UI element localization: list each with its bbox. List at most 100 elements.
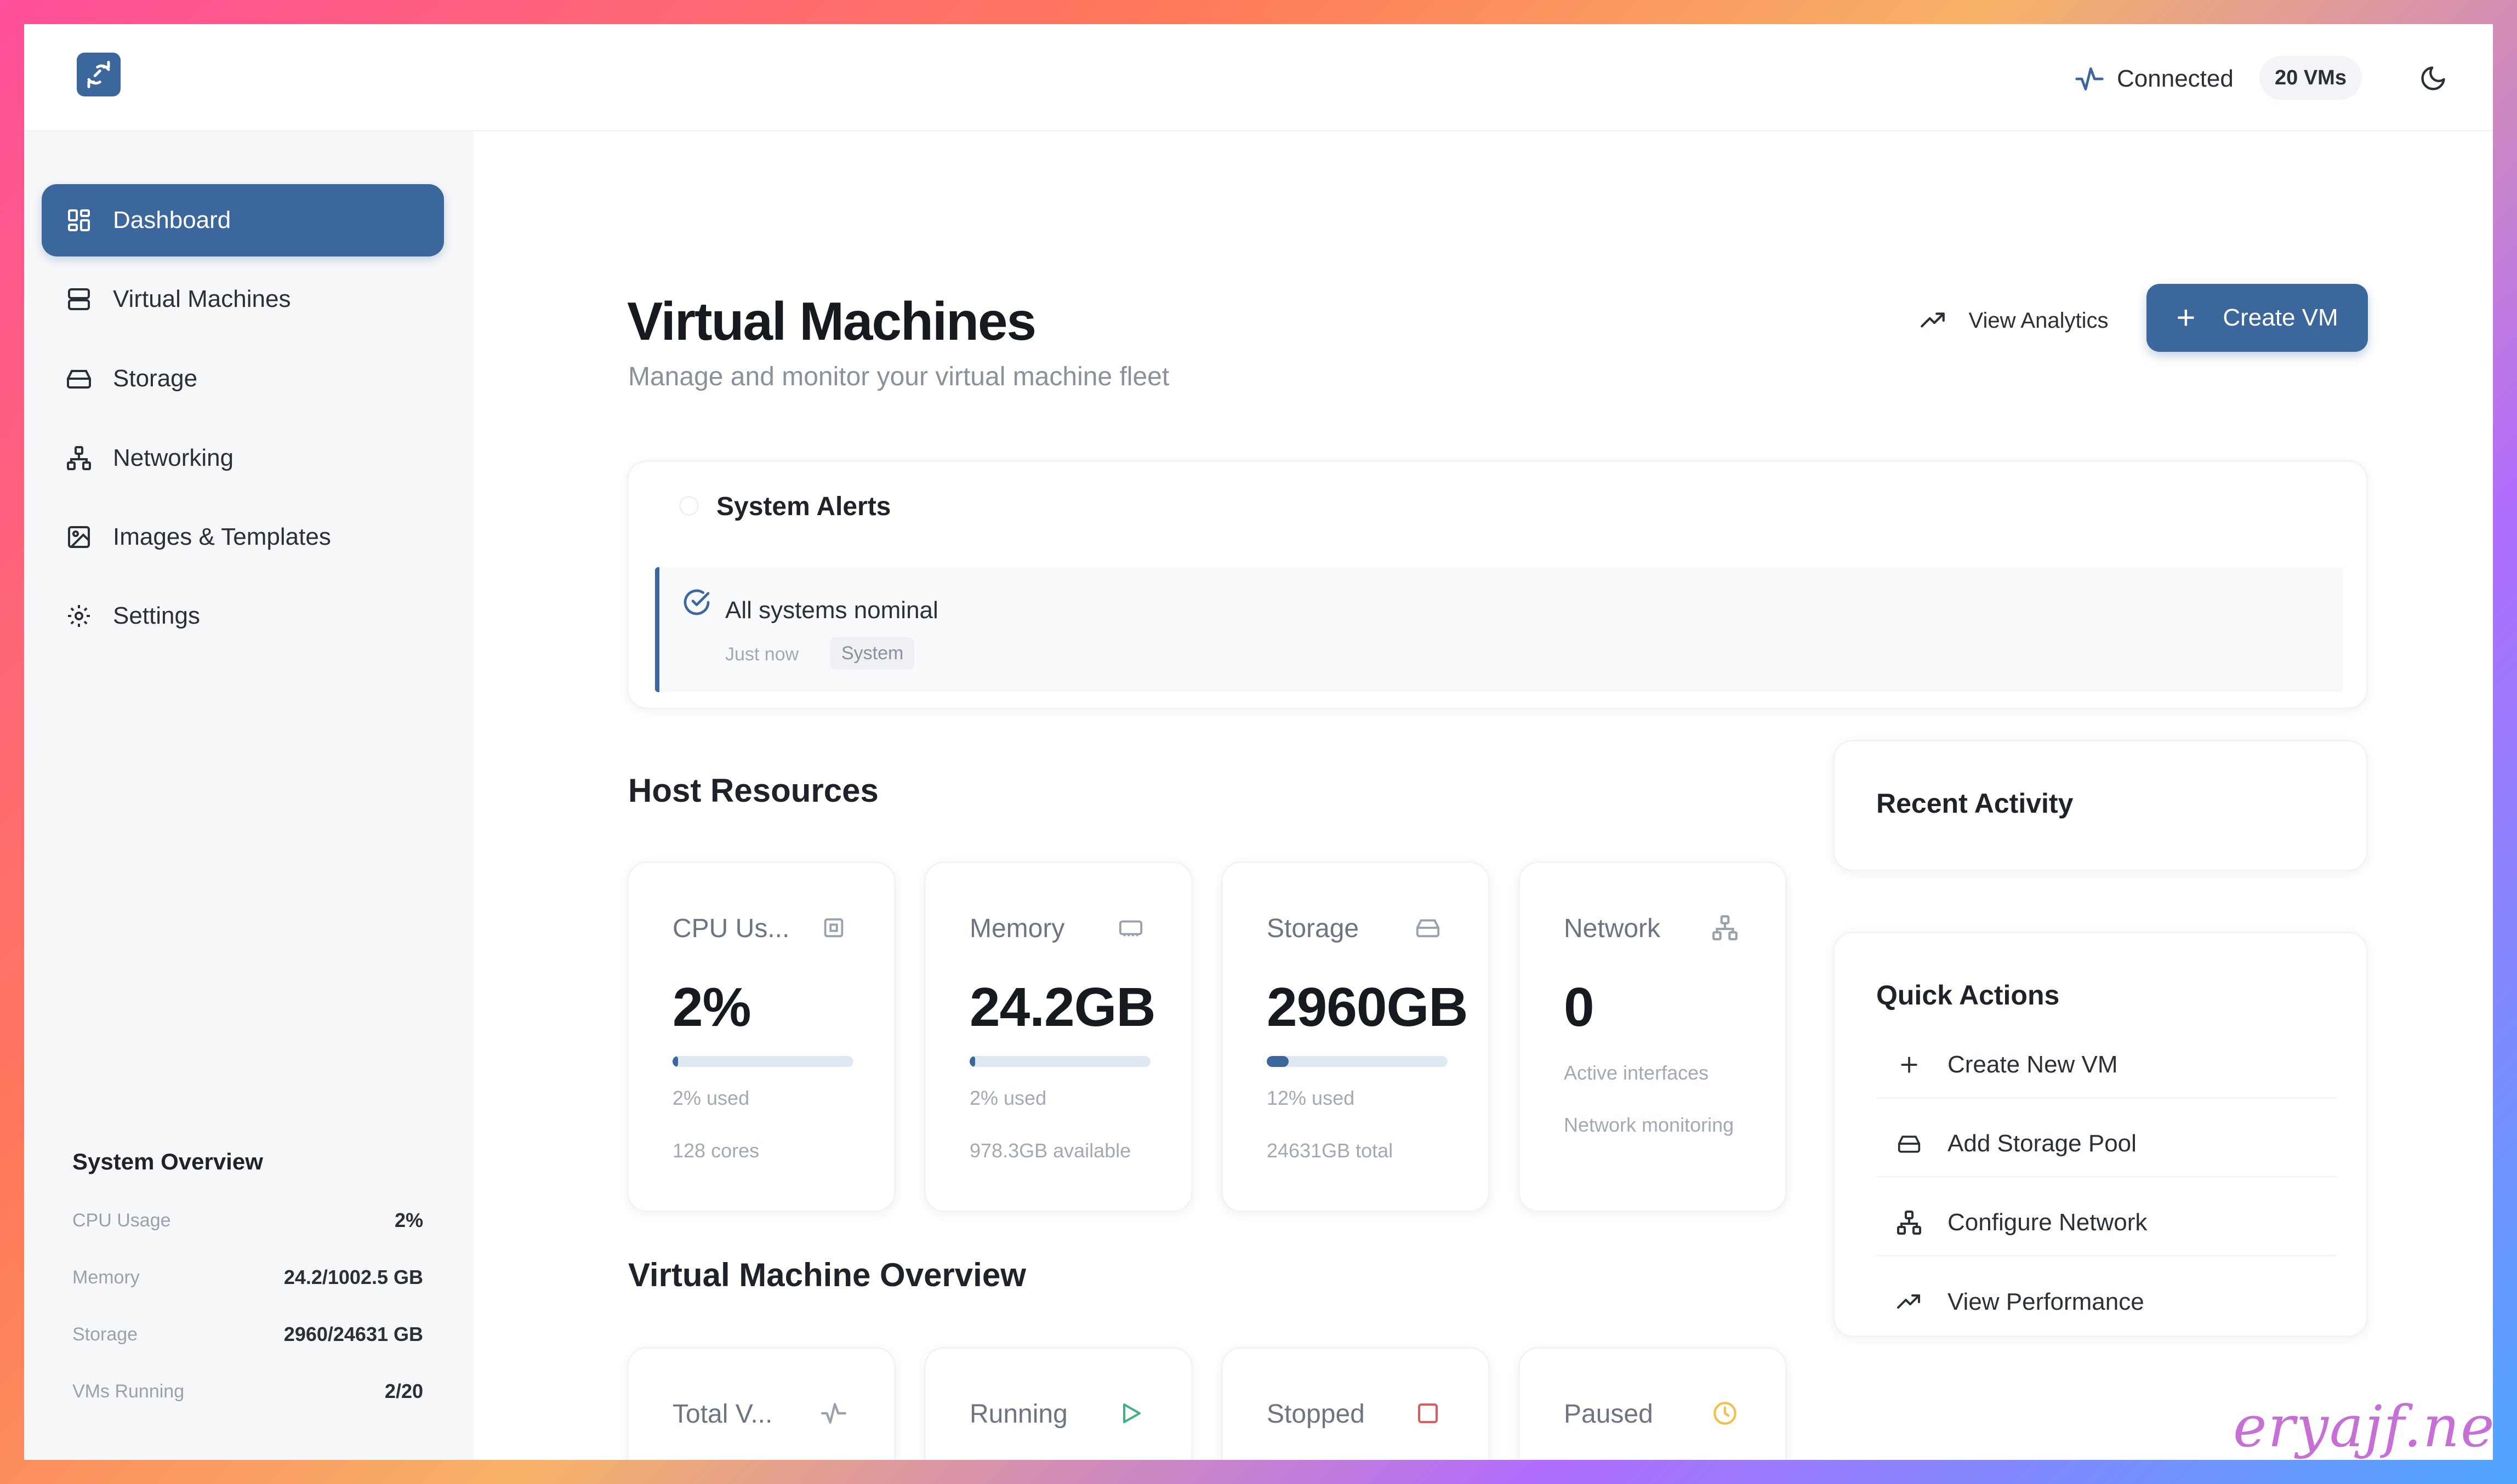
stat-value: 0 (1564, 977, 1595, 1038)
overview-row: Storage 2960/24631 GB (72, 1323, 423, 1346)
sidebar-item-label: Images & Templates (113, 523, 331, 550)
stat-sub: Active interfaces (1564, 1061, 1709, 1084)
vm-overview-title: Virtual Machine Overview (628, 1257, 1026, 1293)
alert-time: Just now (725, 644, 799, 665)
alert-message: All systems nominal (725, 597, 938, 624)
progress-fill (673, 1056, 678, 1067)
stat-sub: 128 cores (673, 1139, 760, 1162)
dashboard-grid-icon (62, 204, 95, 237)
create-vm-button[interactable]: + Create VM (2146, 284, 2368, 352)
stat-label: Storage (1267, 914, 1359, 943)
sidebar: Dashboard Virtual Machines Storage Netwo… (24, 132, 474, 1460)
overview-key: CPU Usage (72, 1209, 171, 1231)
image-icon (62, 521, 95, 553)
stat-label: Stopped (1267, 1400, 1365, 1429)
stat-sub: 24631GB total (1267, 1139, 1393, 1162)
overview-row: VMs Running 2/20 (72, 1380, 423, 1403)
trending-up-icon (1893, 1286, 1926, 1319)
connection-status: Connected (2074, 57, 2234, 101)
plus-icon: + (2176, 299, 2196, 336)
overview-key: VMs Running (72, 1380, 185, 1402)
quick-action-view-performance[interactable]: View Performance (1876, 1269, 2337, 1335)
cpu-progress-bar (673, 1056, 853, 1067)
sidebar-item-storage[interactable]: Storage (42, 343, 444, 415)
stat-value: 24.2GB (970, 977, 1156, 1038)
sidebar-item-networking[interactable]: Networking (42, 422, 444, 494)
stat-sub: 12% used (1267, 1087, 1355, 1109)
sidebar-item-label: Storage (113, 365, 198, 392)
system-alerts-card: System Alerts All systems nominal Just n… (627, 460, 2368, 709)
view-analytics-label: View Analytics (1968, 308, 2109, 333)
plus-icon (1893, 1048, 1926, 1081)
network-card: Network 0 Active interfaces Network moni… (1518, 861, 1787, 1212)
overview-value: 2/20 (384, 1380, 423, 1402)
quick-action-label: Create New VM (1947, 1051, 2118, 1078)
overview-value: 24.2/1002.5 GB (283, 1266, 423, 1288)
system-alerts-title: System Alerts (716, 492, 891, 521)
quick-actions-title: Quick Actions (1876, 980, 2060, 1011)
storage-progress-bar (1267, 1056, 1448, 1067)
host-resources-title: Host Resources (628, 772, 879, 809)
system-overview-panel: System Overview CPU Usage 2% Memory 24.2… (48, 1118, 446, 1458)
vm-count-badge: 20 VMs (2259, 56, 2362, 100)
quick-actions-card: Quick Actions Create New VM Add Storage … (1833, 932, 2368, 1337)
trending-up-icon (1920, 307, 1947, 334)
server-icon (62, 283, 95, 316)
network-icon (1893, 1206, 1926, 1239)
main-content: Virtual Machines Manage and monitor your… (474, 132, 2493, 1460)
quick-action-configure-network[interactable]: Configure Network (1876, 1190, 2337, 1257)
stat-label: Network (1564, 914, 1661, 943)
cpu-usage-card: CPU Us... 2% 2% used 128 cores (627, 861, 896, 1212)
sidebar-item-virtual-machines[interactable]: Virtual Machines (42, 263, 444, 335)
moon-icon (2421, 66, 2445, 90)
overview-key: Memory (72, 1266, 140, 1288)
overview-row: CPU Usage 2% (72, 1209, 423, 1232)
sidebar-item-dashboard[interactable]: Dashboard (42, 184, 444, 256)
app-window: Connected 20 VMs Dashboard Virtual Machi… (24, 24, 2493, 1460)
progress-fill (1267, 1056, 1289, 1067)
gear-icon (62, 600, 95, 632)
theme-toggle-button[interactable] (2414, 59, 2452, 98)
recent-activity-card: Recent Activity (1833, 740, 2368, 871)
quick-action-label: Configure Network (1947, 1208, 2148, 1236)
stat-value: 18 (1267, 1458, 1328, 1460)
stat-value: 2 (970, 1458, 1000, 1460)
stat-sub: 2% used (970, 1087, 1047, 1109)
sidebar-item-settings[interactable]: Settings (42, 580, 444, 652)
cpu-icon (817, 911, 850, 944)
quick-action-add-storage-pool[interactable]: Add Storage Pool (1876, 1111, 2337, 1178)
stat-label: CPU Us... (673, 914, 790, 943)
stat-label: Memory (970, 914, 1065, 943)
alert-item[interactable]: All systems nominal Just now System (655, 567, 2343, 692)
total-vms-card: Total V... 20 (627, 1347, 896, 1460)
sidebar-item-images-templates[interactable]: Images & Templates (42, 501, 444, 573)
overview-key: Storage (72, 1323, 138, 1345)
overview-row: Memory 24.2/1002.5 GB (72, 1266, 423, 1289)
quick-action-create-vm[interactable]: Create New VM (1876, 1032, 2337, 1099)
clock-icon (1709, 1397, 1741, 1430)
view-analytics-button[interactable]: View Analytics (1899, 290, 2129, 351)
hard-drive-icon (62, 362, 95, 395)
sidebar-item-label: Dashboard (113, 207, 231, 233)
sync-arrows-icon (87, 61, 110, 88)
stat-sub: Network monitoring (1564, 1114, 1734, 1136)
stat-value: 0 (1564, 1458, 1595, 1460)
stop-square-icon (1411, 1397, 1444, 1430)
activity-icon (817, 1397, 850, 1430)
app-logo[interactable] (77, 53, 121, 96)
system-overview-title: System Overview (72, 1149, 263, 1174)
stat-value: 20 (673, 1458, 733, 1460)
hard-drive-icon (1893, 1127, 1926, 1160)
quick-action-label: Add Storage Pool (1947, 1129, 2137, 1157)
connection-label: Connected (2117, 65, 2234, 92)
page-title: Virtual Machines (627, 291, 1037, 351)
memory-icon (1114, 911, 1147, 944)
network-icon (1709, 911, 1741, 944)
alert-status-icon (679, 496, 699, 516)
stopped-vms-card: Stopped 18 (1221, 1347, 1490, 1460)
alert-tag: System (830, 637, 915, 670)
sidebar-item-label: Virtual Machines (113, 286, 291, 312)
play-icon (1114, 1397, 1147, 1430)
stat-label: Total V... (673, 1400, 773, 1429)
watermark-text: eryajf.net (2233, 1393, 2493, 1460)
